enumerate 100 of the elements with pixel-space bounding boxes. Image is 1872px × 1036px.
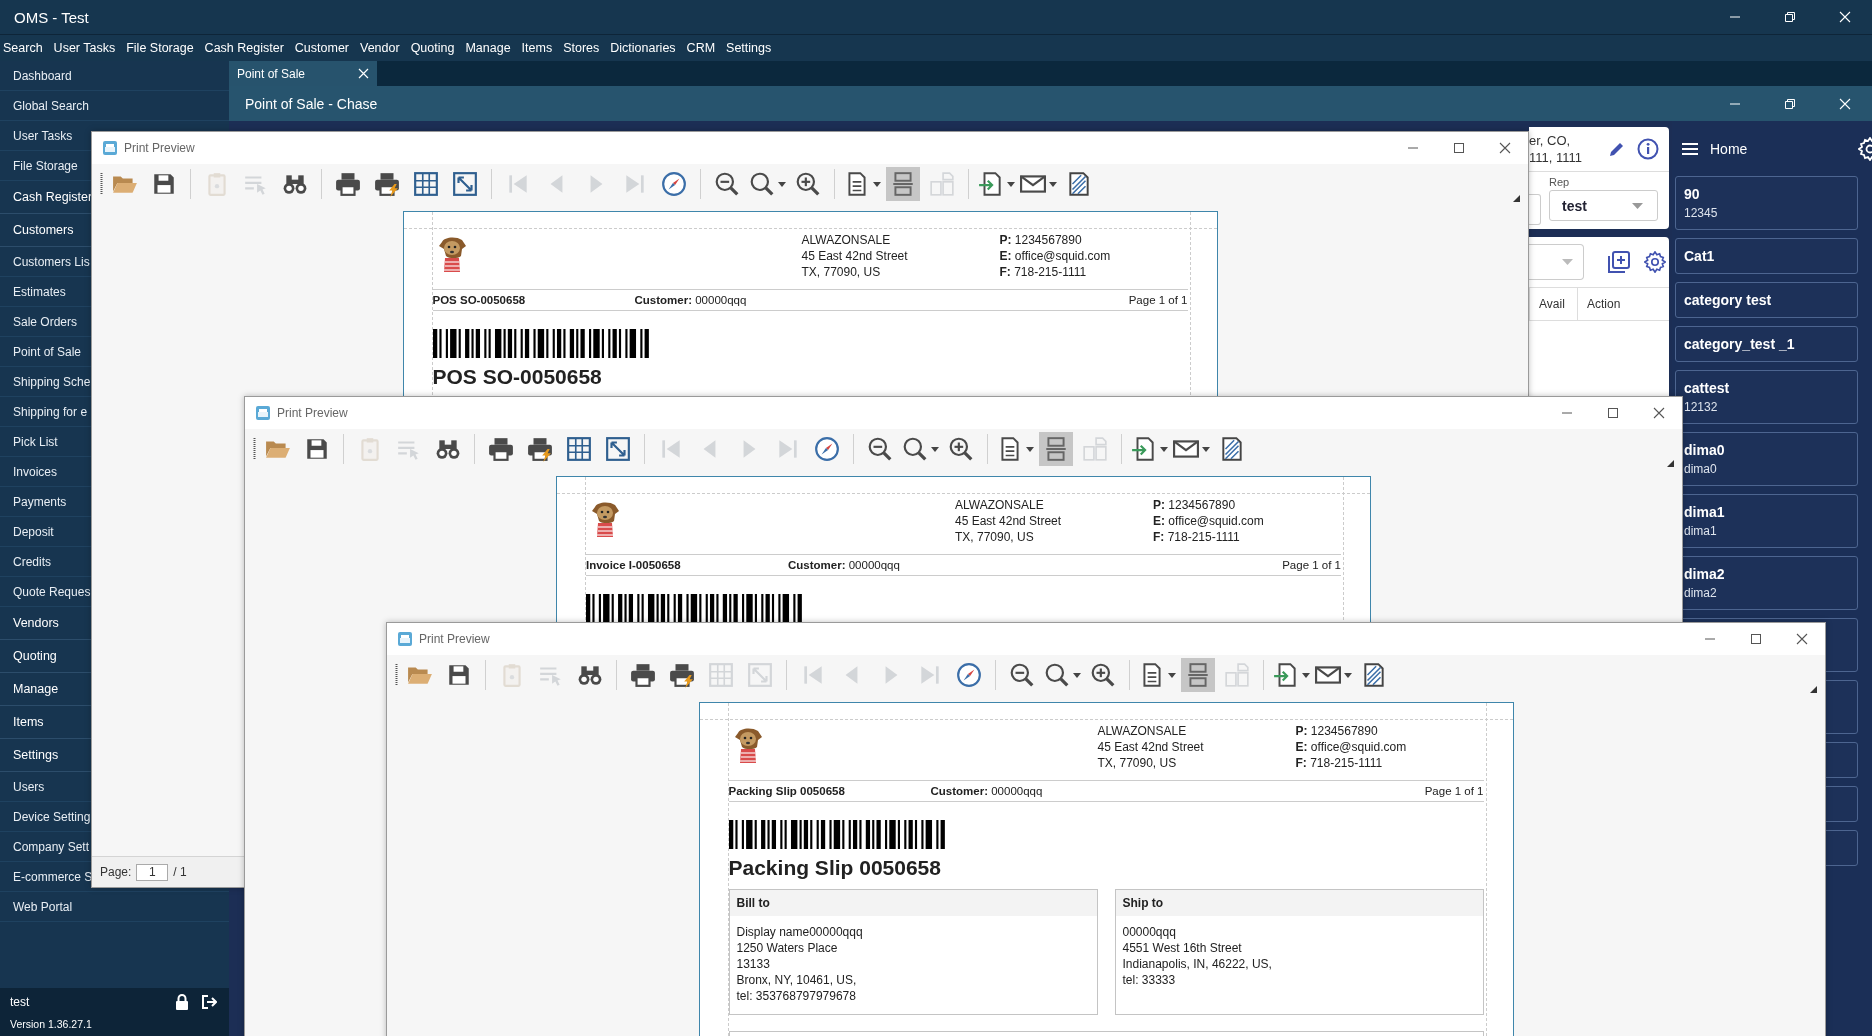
sidebar-item[interactable]: Invoices xyxy=(13,464,58,479)
sidebar-item[interactable]: User Tasks xyxy=(13,128,73,143)
category-card[interactable]: category test xyxy=(1675,282,1858,318)
category-card[interactable]: category_test _1 xyxy=(1675,326,1858,362)
compass-icon xyxy=(956,662,982,688)
sidebar-item[interactable]: Credits xyxy=(13,554,51,569)
sidebar-group[interactable]: Customers xyxy=(13,223,74,237)
sidebar-item[interactable]: Company Sett xyxy=(13,839,90,854)
version-text: Version 1.36.27.1 xyxy=(10,1018,93,1030)
logout-icon[interactable] xyxy=(201,994,217,1010)
page-count-text: Page 1 of 1 xyxy=(1282,559,1341,571)
sidebar-group[interactable]: Cash Register xyxy=(13,190,93,204)
company-address-line: TX, 77090, US xyxy=(955,529,1035,545)
caret-icon xyxy=(1026,446,1034,452)
menu-item[interactable]: Customer xyxy=(294,41,349,55)
sidebar-item[interactable]: Deposit xyxy=(13,524,54,539)
sidebar-item[interactable]: File Storage xyxy=(13,158,78,173)
toolbar-overflow-icon[interactable] xyxy=(1513,195,1520,202)
category-card[interactable]: Cat1 xyxy=(1675,238,1858,274)
sidebar-item[interactable]: Shipping for e xyxy=(13,404,88,419)
header-footer-button[interactable] xyxy=(1181,658,1215,692)
sidebar-item[interactable]: Sale Orders xyxy=(13,314,78,329)
toolbar-overflow-icon[interactable] xyxy=(1667,460,1674,467)
sidebar-item[interactable]: Dashboard xyxy=(13,68,72,83)
contact-line: E: office@squid.com xyxy=(999,248,1111,264)
menu-item[interactable]: Stores xyxy=(563,41,600,55)
header-footer-icon xyxy=(890,171,916,197)
category-name: category_test _1 xyxy=(1684,336,1796,352)
sidebar-item[interactable]: Estimates xyxy=(13,284,66,299)
magnifier-icon xyxy=(902,436,928,462)
menu-item[interactable]: CRM xyxy=(686,41,716,55)
dog-logo-icon xyxy=(591,501,620,539)
quick-print-icon xyxy=(527,436,553,462)
quick-print-icon xyxy=(669,662,695,688)
menu-item[interactable]: Manage xyxy=(465,41,511,55)
close-icon xyxy=(1499,142,1511,154)
add-to-list-icon[interactable] xyxy=(1608,251,1630,273)
sidebar-item[interactable]: E-commerce S xyxy=(13,869,93,884)
sidebar-item[interactable]: Customers Lis xyxy=(13,254,90,269)
header-footer-button[interactable] xyxy=(1039,432,1073,466)
rep-dropdown[interactable]: test xyxy=(1549,190,1658,221)
sidebar-group[interactable]: Settings xyxy=(13,748,59,762)
print-preview-icon xyxy=(398,632,412,646)
lock-icon[interactable] xyxy=(175,994,189,1010)
watermark-icon xyxy=(1361,662,1387,688)
menu-item[interactable]: Search xyxy=(3,41,43,55)
caret-icon xyxy=(1202,446,1210,452)
menu-item[interactable]: Dictionaries xyxy=(610,41,676,55)
sidebar-group[interactable]: Items xyxy=(13,715,44,729)
caret-icon xyxy=(778,181,786,187)
address-line: 00000qqq xyxy=(1122,924,1177,940)
category-code: dima0 xyxy=(1684,462,1718,476)
close-icon[interactable] xyxy=(358,68,369,79)
sidebar-item[interactable]: Web Portal xyxy=(13,899,73,914)
category-name: cattest xyxy=(1684,380,1731,396)
toolbar-grip-icon[interactable] xyxy=(253,438,256,460)
menu-item[interactable]: File Storage xyxy=(126,41,194,55)
sidebar-group[interactable]: Vendors xyxy=(13,616,59,630)
zoom-in-icon xyxy=(795,171,821,197)
sidebar-item[interactable]: Pick List xyxy=(13,434,58,449)
printer-icon xyxy=(488,436,514,462)
caret-icon xyxy=(1168,672,1176,678)
sidebar-item[interactable]: Device Setting xyxy=(13,809,91,824)
maximize-icon xyxy=(1783,11,1796,23)
menu-item[interactable]: Items xyxy=(521,41,553,55)
magnifier-icon xyxy=(749,171,775,197)
menu-item[interactable]: Vendor xyxy=(360,41,400,55)
header-footer-button[interactable] xyxy=(886,167,920,201)
sidebar-group[interactable]: Manage xyxy=(13,682,59,696)
zoom-out-icon xyxy=(714,171,740,197)
tab[interactable]: Point of Sale xyxy=(229,61,377,86)
toolbar-grip-icon[interactable] xyxy=(100,173,103,195)
contact-line: E: office@squid.com xyxy=(1295,739,1407,755)
toolbar-overflow-icon[interactable] xyxy=(1810,686,1817,693)
page-number-field[interactable]: 1 xyxy=(136,863,169,881)
menu-icon[interactable] xyxy=(1682,141,1698,156)
panel-title: Home xyxy=(1710,140,1748,157)
printer-icon xyxy=(335,171,361,197)
sidebar-item[interactable]: Global Search xyxy=(13,98,90,113)
toolbar-grip-icon[interactable] xyxy=(395,664,398,686)
category-card[interactable]: 90 12345 xyxy=(1675,176,1858,230)
menu-item[interactable]: Settings xyxy=(726,41,772,55)
zoom-in-icon xyxy=(948,436,974,462)
close-icon xyxy=(1653,407,1665,419)
sidebar-item[interactable]: Quote Reques xyxy=(13,584,91,599)
settings-icon[interactable] xyxy=(1644,251,1666,273)
maximize-icon xyxy=(1453,142,1465,154)
menu-item[interactable]: Cash Register xyxy=(204,41,284,55)
sidebar-item[interactable]: Point of Sale xyxy=(13,344,82,359)
menu-item[interactable]: User Tasks xyxy=(53,41,116,55)
info-icon[interactable] xyxy=(1637,138,1659,160)
category-card[interactable]: cattest 12132 xyxy=(1675,370,1858,424)
sidebar-item[interactable]: Users xyxy=(13,779,45,794)
watermark-icon xyxy=(1066,171,1092,197)
sidebar-item[interactable]: Payments xyxy=(13,494,67,509)
magnifier-icon xyxy=(1044,662,1070,688)
company-address-line: TX, 77090, US xyxy=(1097,755,1178,771)
sidebar-group[interactable]: Quoting xyxy=(13,649,57,663)
menu-item[interactable]: Quoting xyxy=(410,41,455,55)
sidebar-item[interactable]: Shipping Sche xyxy=(13,374,91,389)
